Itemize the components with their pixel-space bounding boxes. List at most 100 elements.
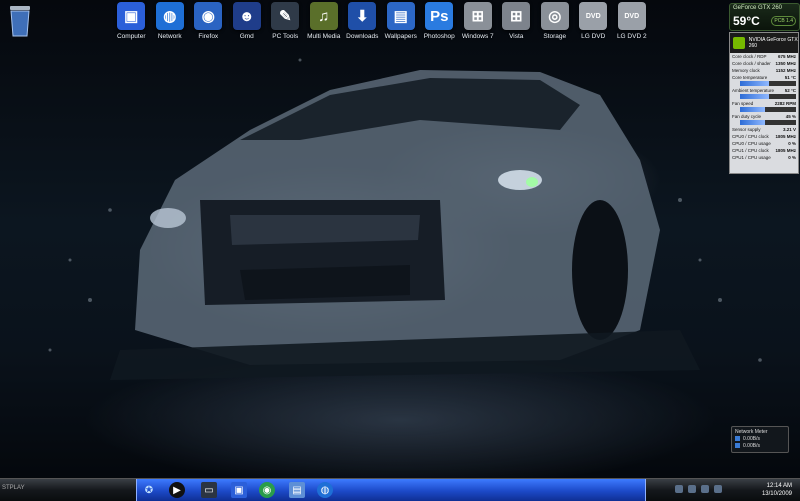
gpu-temperature: 59°C xyxy=(733,14,760,28)
hw-sensor-bar xyxy=(740,81,796,86)
dock-item-photoshop[interactable]: Ps Photoshop xyxy=(420,2,459,50)
dock-item-label: Storage xyxy=(543,33,567,40)
hw-row-label: Core clock / RDP xyxy=(732,54,767,59)
system-tray xyxy=(675,485,722,493)
vista-orb-icon: ⊞ xyxy=(502,2,531,30)
hardware-monitor-sensor: Ambient temperature 52 °C xyxy=(730,87,798,94)
clock-date: 13/10/2009 xyxy=(761,491,792,497)
dock-item-network[interactable]: ◍ Network xyxy=(151,2,190,50)
window-icon[interactable]: ▭ xyxy=(201,482,217,498)
dock-item-label: Windows 7 xyxy=(461,33,494,40)
start-orb-icon[interactable]: ✪ xyxy=(141,482,157,498)
hw-row-label: CPU1 / CPU clock xyxy=(732,148,769,153)
hardware-monitor-sensor: Fan speed 2282 RPM xyxy=(730,100,798,107)
dock-item-gmd[interactable]: ☻ Gmd xyxy=(228,2,267,50)
dock-item-label: Photoshop xyxy=(423,33,455,40)
dock-item-multi-media[interactable]: ♫ Multi Media xyxy=(305,2,344,50)
hardware-monitor-gadget[interactable]: NVIDIA GeForce GTX 260 Core clock / RDP 6… xyxy=(729,32,799,174)
hw-sensor-bar xyxy=(740,94,796,99)
hardware-monitor-sensor: Fan duty cycle 45 % xyxy=(730,113,798,120)
hw-row-value: 1350 MHz xyxy=(775,61,796,66)
storage-icon: ◎ xyxy=(540,2,569,30)
hw-sensor-value: 45 % xyxy=(785,114,796,119)
dock-item-label: Downloads xyxy=(346,33,379,40)
recycle-bin-icon[interactable] xyxy=(6,4,34,38)
dock-item-firefox[interactable]: ◉ Firefox xyxy=(189,2,228,50)
dock-item-vista[interactable]: ⊞ Vista xyxy=(497,2,536,50)
hw-row-value: 1805 MHz xyxy=(775,148,796,153)
hw-sensor-bar-fill xyxy=(740,81,769,86)
windows-orb-icon: ⊞ xyxy=(463,2,492,30)
hw-sensor-bar-fill xyxy=(740,107,766,112)
tray-security-icon[interactable] xyxy=(701,485,709,493)
clock-time: 12:14 AM xyxy=(766,483,792,489)
hw-sensor-value: 51 °C xyxy=(784,75,796,80)
hw-sensor-value: 2282 RPM xyxy=(774,101,796,106)
network-download-row: 0.00B/s xyxy=(732,435,788,442)
taskbar-clock[interactable]: 12:14 AM 13/10/2009 xyxy=(762,482,792,498)
hw-row-label: Core clock / shader xyxy=(732,61,771,66)
hardware-monitor-row: CPU0 / CPU clock 1805 MHz xyxy=(730,133,798,140)
dock-item-downloads[interactable]: ⬇ Downloads xyxy=(343,2,382,50)
dock-item-label: PC Tools xyxy=(272,33,299,40)
hw-row-label: Memory clock xyxy=(732,68,760,73)
dock-item-lg-dvd[interactable]: DVD LG DVD xyxy=(574,2,613,50)
network-meter-gadget[interactable]: Network Meter 0.00B/s 0.00B/s xyxy=(731,426,789,453)
hardware-monitor-row: CPU1 / CPU usage 0 % xyxy=(730,154,798,161)
hardware-monitor-sensor: Core temperature 51 °C xyxy=(730,74,798,81)
dock-item-lg-dvd-2[interactable]: DVD LG DVD 2 xyxy=(613,2,652,50)
dock-item-label: Vista xyxy=(509,33,524,40)
dvd-icon: DVD xyxy=(579,2,608,30)
explorer-icon[interactable]: ▤ xyxy=(289,482,305,498)
dvd-icon: DVD xyxy=(617,2,646,30)
media-player-icon[interactable]: ▶ xyxy=(169,482,185,498)
hw-sensor-label: Ambient temperature xyxy=(732,88,775,93)
hardware-monitor-row: Core clock / RDP 675 MHz xyxy=(730,53,798,60)
dock-item-storage[interactable]: ◎ Storage xyxy=(536,2,575,50)
dock: ▣ Computer ◍ Network ◉ Firefox ☻ Gmd ✎ PC Tools ♫ M… xyxy=(112,2,651,50)
gpu-title: GeForce GTX 260 xyxy=(733,5,783,11)
dock-item-wallpapers[interactable]: ▤ Wallpapers xyxy=(382,2,421,50)
dock-item-computer[interactable]: ▣ Computer xyxy=(112,2,151,50)
wallpaper-car-image xyxy=(48,58,762,380)
desktop-icon[interactable]: ▣ xyxy=(231,482,247,498)
globe-icon: ◍ xyxy=(155,2,184,30)
tray-battery-icon[interactable] xyxy=(714,485,722,493)
hardware-monitor-header: NVIDIA GeForce GTX 260 xyxy=(730,33,798,53)
tray-volume-icon[interactable] xyxy=(688,485,696,493)
dock-item-label: Wallpapers xyxy=(384,33,417,40)
nvidia-logo-icon xyxy=(733,37,745,49)
dock-item-windows-7[interactable]: ⊞ Windows 7 xyxy=(459,2,498,50)
hw-sensor-label: Fan duty cycle xyxy=(732,114,762,119)
hardware-monitor-row: CPU0 / CPU usage 0 % xyxy=(730,140,798,147)
globe-icon[interactable]: ◍ xyxy=(317,482,333,498)
taskbar-launch-area: ✪ ▶ ▭ ▣ ◉ ▤ ◍ xyxy=(136,479,646,501)
hw-row-value: 675 MHz xyxy=(777,54,796,59)
hw-row-value: 0 % xyxy=(788,155,796,160)
hardware-monitor-row: CPU1 / CPU clock 1805 MHz xyxy=(730,147,798,154)
tray-network-icon[interactable] xyxy=(675,485,683,493)
hardware-monitor-row: Memory clock 1152 MHz xyxy=(730,67,798,74)
network-meter-title: Network Meter xyxy=(735,429,768,435)
dock-item-label: LG DVD 2 xyxy=(616,33,647,40)
hw-row-value: 1805 MHz xyxy=(775,134,796,139)
hw-row-value: 1152 MHz xyxy=(775,68,796,73)
network-upload-row: 0.00B/s xyxy=(732,442,788,449)
hw-sensor-bar-fill xyxy=(740,120,766,125)
tools-icon: ✎ xyxy=(271,2,300,30)
gpu-temperature-widget[interactable]: GeForce GTX 260 59°C PCB 1.4 xyxy=(729,3,800,31)
hw-sensor-bar xyxy=(740,120,796,125)
taskbar: STPLAY ✪ ▶ ▭ ▣ ◉ ▤ ◍ 12:14 AM 13/10/2009 xyxy=(0,478,800,501)
monitor-icon: ▣ xyxy=(117,2,146,30)
download-icon: ⬇ xyxy=(348,2,377,30)
upload-arrow-icon xyxy=(735,443,740,448)
photoshop-icon: Ps xyxy=(425,2,454,30)
network-download-rate: 0.00B/s xyxy=(743,435,760,442)
user-icon: ☻ xyxy=(232,2,261,30)
dock-item-label: LG DVD xyxy=(581,33,606,40)
chrome-icon[interactable]: ◉ xyxy=(259,482,275,498)
dock-item-label: Network xyxy=(157,33,182,40)
taskbar-left-label: STPLAY xyxy=(2,485,25,491)
dock-item-pc-tools[interactable]: ✎ PC Tools xyxy=(266,2,305,50)
image-folder-icon: ▤ xyxy=(386,2,415,30)
